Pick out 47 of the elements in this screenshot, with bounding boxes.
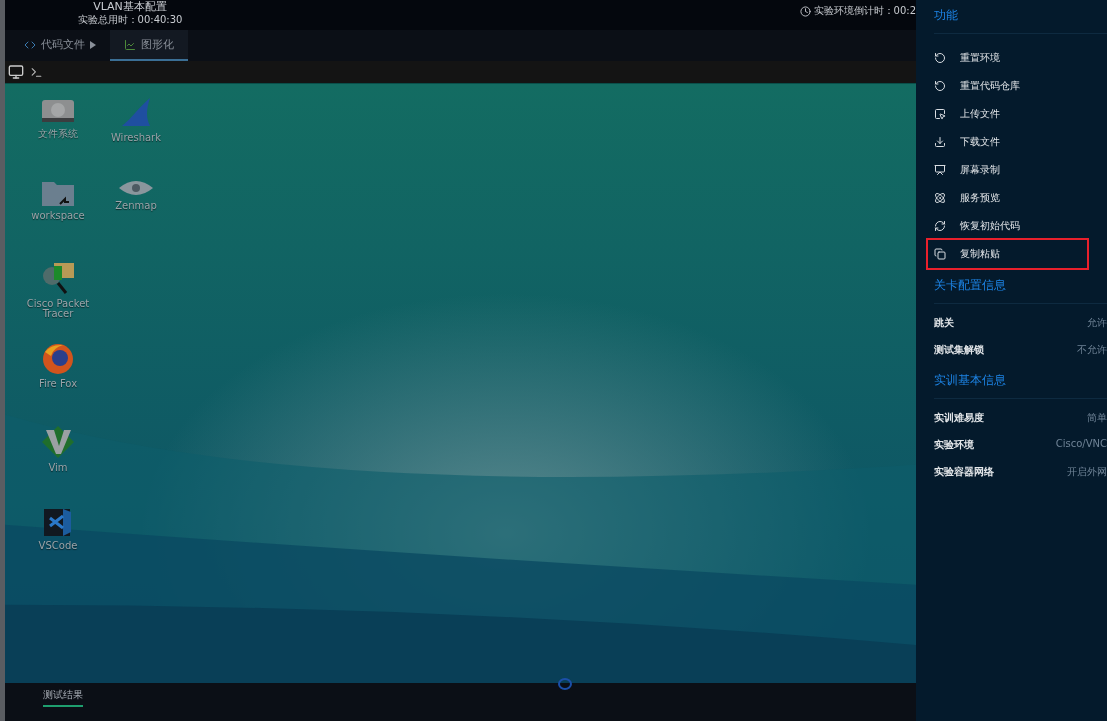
field-label: 实验环境: [934, 438, 974, 452]
tab[interactable]: 图形化: [110, 30, 188, 61]
section-title: 关卡配置信息: [934, 270, 1107, 304]
action-item[interactable]: 服务预览: [934, 184, 1087, 212]
action-item[interactable]: 下载文件: [934, 128, 1087, 156]
field-label: 跳关: [934, 316, 954, 330]
action-icon: [934, 192, 946, 204]
action-item[interactable]: 上传文件: [934, 100, 1087, 128]
desktop-icon-label[interactable]: VSCode: [20, 541, 96, 551]
action-item[interactable]: 复制粘贴: [928, 240, 1087, 268]
monitor-icon[interactable]: [8, 64, 24, 80]
caret-icon: [90, 40, 96, 49]
action-icon: [934, 220, 946, 232]
action-icon: [934, 248, 946, 260]
tab[interactable]: 代码文件: [10, 30, 110, 61]
field-value: 开启外网: [1067, 465, 1107, 479]
field-value: 不允许: [1077, 343, 1107, 357]
field-value: Cisco/VNC: [1055, 438, 1107, 451]
action-item[interactable]: 屏幕录制: [934, 156, 1087, 184]
action-icon: [934, 164, 946, 176]
eye-icon: [118, 178, 154, 198]
terminal-icon[interactable]: [30, 65, 43, 79]
clock-icon: [799, 5, 811, 17]
tab[interactable]: 测试结果: [43, 683, 83, 707]
field-value: 允许: [1087, 316, 1107, 330]
action-icon: [934, 136, 946, 148]
action-icon: [934, 80, 946, 92]
action-icon: [934, 108, 946, 120]
code-editor-icon: [42, 506, 74, 538]
countdown-timer: 实验环境倒计时：00:2: [813, 4, 916, 18]
action-item[interactable]: 恢复初始代码: [934, 212, 1087, 240]
action-item[interactable]: 重置环境: [934, 44, 1087, 72]
section-title: 实训基本信息: [934, 365, 1107, 399]
chart-icon: [124, 38, 136, 51]
elapsed-time: 实验总用时：00:40:30: [77, 13, 183, 26]
field-label: 测试集解锁: [934, 343, 984, 357]
field-value: 简单: [1087, 411, 1107, 425]
action-item[interactable]: 重置代码仓库: [934, 72, 1087, 100]
fox-globe-icon: [41, 342, 75, 376]
action-icon: [934, 52, 946, 64]
field-label: 实验容器网络: [934, 465, 994, 479]
field-label: 实训难易度: [934, 411, 984, 425]
section-title: 功能: [934, 0, 1107, 34]
magnifier-envelope-icon: [40, 260, 76, 296]
resize-handle[interactable]: [558, 678, 572, 690]
v-logo-icon: [40, 424, 76, 460]
experiment-title: VLAN基本配置: [93, 0, 167, 13]
